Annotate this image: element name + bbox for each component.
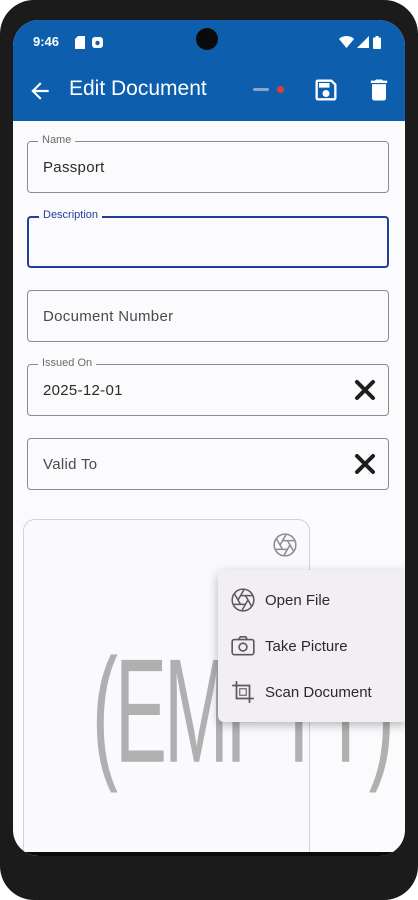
name-value: Passport — [43, 159, 105, 176]
menu-item-scan-document[interactable]: Scan Document — [218, 672, 405, 712]
document-number-placeholder: Document Number — [43, 308, 174, 325]
issued-on-field[interactable]: Issued On 2025-12-01 — [27, 357, 389, 416]
signal-icon — [357, 36, 369, 51]
sync-indicator — [253, 88, 269, 91]
wifi-icon — [339, 36, 354, 51]
save-icon[interactable] — [312, 76, 340, 104]
menu-item-label: Open File — [265, 592, 331, 609]
navigation-bar — [13, 852, 405, 856]
delete-icon[interactable] — [365, 76, 393, 104]
issued-on-label: Issued On — [38, 357, 97, 369]
description-field[interactable]: Description — [27, 209, 389, 268]
clear-issued-on-icon[interactable] — [354, 379, 376, 401]
name-field[interactable]: Name Passport — [27, 134, 389, 193]
battery-icon — [373, 36, 381, 52]
toolbar: Edit Document — [13, 70, 405, 114]
front-camera — [196, 28, 218, 50]
page-title: Edit Document — [69, 77, 207, 100]
clear-valid-to-icon[interactable] — [354, 453, 376, 475]
menu-item-label: Take Picture — [265, 638, 348, 655]
attachment-aperture-icon[interactable] — [272, 532, 298, 558]
document-number-field[interactable]: Document Number — [27, 290, 389, 342]
aperture-icon — [230, 587, 256, 613]
screen: 9:46 Edit Document Name Passport Descrip… — [13, 20, 405, 856]
issued-on-value: 2025-12-01 — [43, 382, 123, 399]
attach-menu: Open File Take Picture Scan Document — [218, 570, 405, 722]
menu-item-label: Scan Document — [265, 684, 372, 701]
phone-frame: 9:46 Edit Document Name Passport Descrip… — [0, 0, 418, 900]
camera-icon — [230, 633, 256, 659]
app-bar: 9:46 Edit Document — [13, 20, 405, 121]
sd-card-icon — [75, 36, 85, 52]
back-arrow-icon[interactable] — [27, 78, 53, 104]
crop-icon — [230, 679, 256, 705]
unsaved-dot — [277, 86, 284, 93]
media-icon — [91, 36, 104, 52]
valid-to-placeholder: Valid To — [43, 456, 98, 473]
menu-item-open-file[interactable]: Open File — [218, 580, 405, 620]
valid-to-field[interactable]: Valid To — [27, 438, 389, 490]
description-label: Description — [39, 209, 103, 221]
menu-item-take-picture[interactable]: Take Picture — [218, 626, 405, 666]
name-label: Name — [38, 134, 76, 146]
status-time: 9:46 — [33, 34, 60, 49]
